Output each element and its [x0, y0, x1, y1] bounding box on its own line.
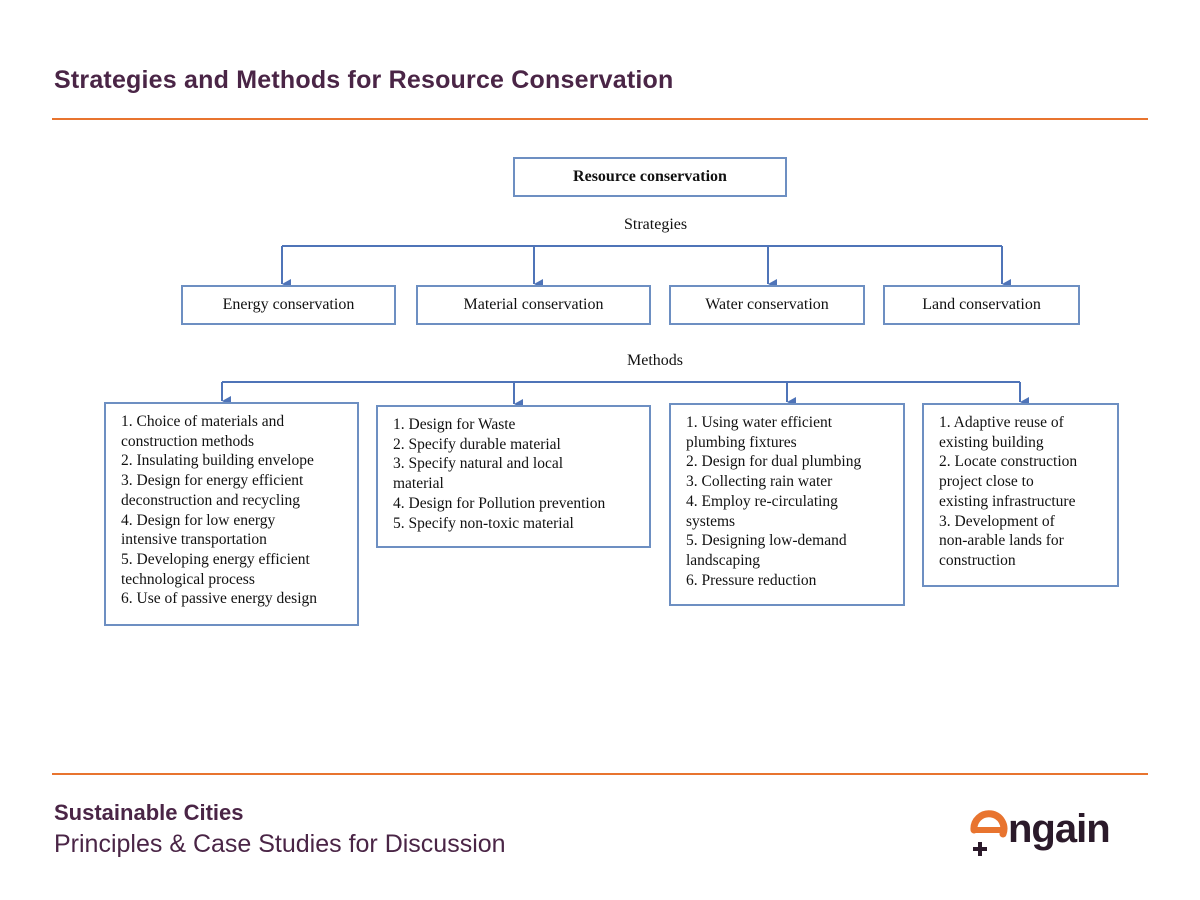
- method-item: plumbing fixtures: [686, 433, 797, 451]
- method-item: intensive transportation: [121, 531, 267, 549]
- method-item: existing infrastructure: [939, 492, 1076, 510]
- svg-text:ngain: ngain: [1008, 807, 1110, 851]
- method-item: 4. Design for low energy: [121, 511, 276, 529]
- method-item: 3. Design for energy efficient: [121, 472, 304, 490]
- method-item: 3. Development of: [939, 512, 1055, 530]
- method-item: construction methods: [121, 432, 255, 450]
- strategy-node-water: Water conservation: [669, 285, 865, 325]
- method-item: 2. Locate construction: [939, 453, 1078, 471]
- footer-title: Sustainable Cities: [54, 800, 244, 825]
- method-item: 1. Choice of materials and: [121, 413, 285, 430]
- method-box-material: 1. Design for Waste 2. Specify durable m…: [376, 405, 651, 548]
- method-item: 2. Design for dual plumbing: [686, 453, 862, 471]
- method-item: project close to: [939, 473, 1034, 491]
- method-item: systems: [686, 512, 736, 530]
- method-item: 5. Designing low-demand: [686, 532, 847, 550]
- method-item: 5. Developing energy efficient: [121, 550, 310, 568]
- methods-label: Methods: [627, 352, 683, 369]
- method-item: 2. Insulating building envelope: [121, 452, 314, 470]
- method-item: material: [393, 475, 444, 493]
- footer-subtitle: Principles & Case Studies for Discussion: [54, 830, 506, 858]
- method-item: construction: [939, 551, 1016, 569]
- footer-divider: [52, 773, 1148, 775]
- method-item: 5. Specify non-toxic material: [393, 514, 574, 532]
- method-item: existing building: [939, 433, 1044, 451]
- method-item: 4. Employ re-circulating: [686, 492, 838, 510]
- method-item: deconstruction and recycling: [121, 491, 301, 509]
- method-item: technological process: [121, 570, 255, 588]
- method-box-energy: 1. Choice of materials and construction …: [104, 402, 359, 626]
- engain-logo: ngain: [970, 807, 1111, 856]
- method-item: 1. Using water efficient: [686, 414, 833, 431]
- root-node: Resource conservation: [513, 157, 787, 197]
- method-item: 6. Pressure reduction: [686, 571, 817, 589]
- method-item: 3. Collecting rain water: [686, 473, 833, 491]
- strategy-node-material: Material conservation: [416, 285, 651, 325]
- method-item: 6. Use of passive energy design: [121, 590, 318, 608]
- method-item: 1. Design for Waste: [393, 416, 516, 433]
- method-box-water: 1. Using water efficient plumbing fixtur…: [669, 403, 905, 606]
- strategy-node-land: Land conservation: [883, 285, 1080, 325]
- method-item: landscaping: [686, 551, 761, 569]
- method-item: 2. Specify durable material: [393, 435, 561, 453]
- method-item: 3. Specify natural and local: [393, 455, 564, 473]
- method-box-land: 1. Adaptive reuse of existing building 2…: [922, 403, 1119, 587]
- method-item: non-arable lands for: [939, 532, 1064, 550]
- strategies-label: Strategies: [624, 216, 688, 233]
- method-item: 4. Design for Pollution prevention: [393, 494, 606, 512]
- resource-conservation-diagram: Resource conservation Strategies Energy …: [0, 0, 1200, 900]
- method-item: 1. Adaptive reuse of: [939, 414, 1064, 431]
- strategy-node-energy: Energy conservation: [181, 285, 396, 325]
